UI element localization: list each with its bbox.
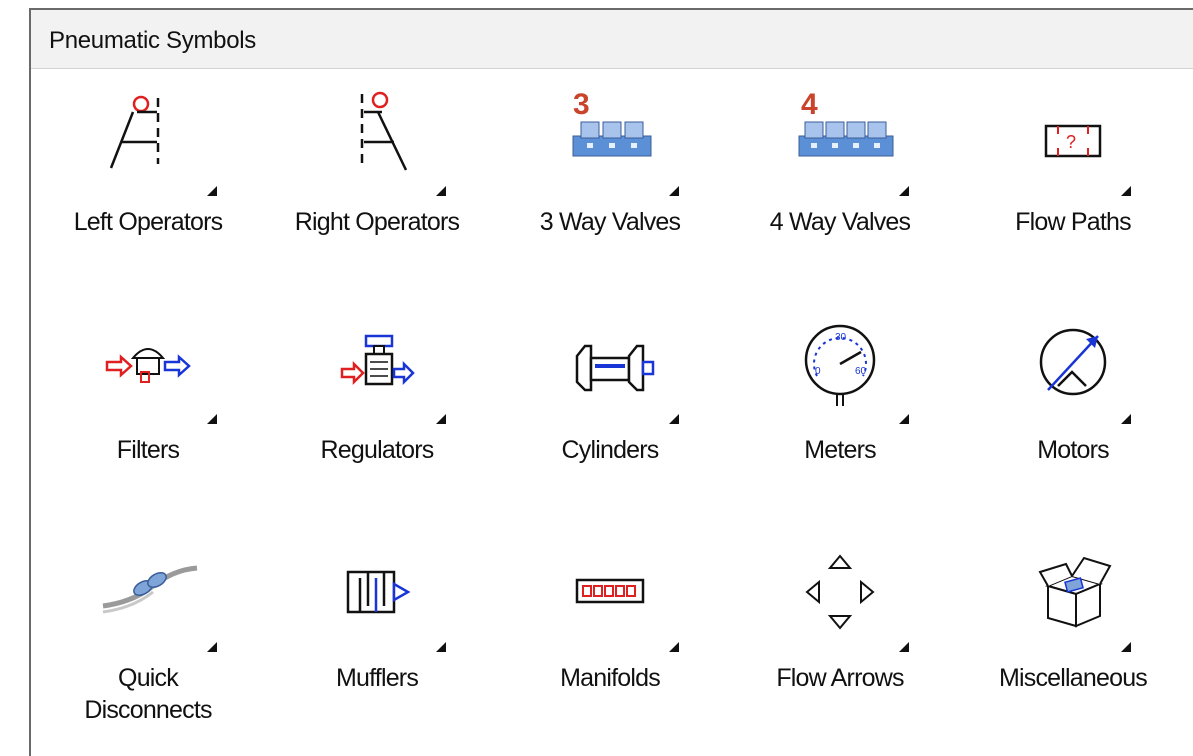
symbol-category-left-operators[interactable]: Left Operators bbox=[28, 68, 268, 278]
expand-arrow-icon[interactable] bbox=[207, 414, 217, 424]
symbol-label: Regulators bbox=[320, 436, 435, 464]
flow-arrows-icon bbox=[785, 542, 895, 642]
expand-arrow-icon[interactable] bbox=[1121, 186, 1131, 196]
svg-text:?: ? bbox=[1066, 132, 1076, 152]
expand-arrow-icon[interactable] bbox=[436, 186, 446, 196]
symbol-category-meters[interactable]: 0 30 60 Meters bbox=[720, 296, 960, 506]
svg-text:0: 0 bbox=[815, 366, 821, 377]
miscellaneous-icon bbox=[1018, 542, 1128, 642]
symbol-label: Mufflers bbox=[335, 664, 419, 692]
symbol-category-regulators[interactable]: Regulators bbox=[257, 296, 497, 506]
symbol-label: 4 Way Valves bbox=[769, 208, 911, 236]
symbol-label: Cylinders bbox=[561, 436, 660, 464]
symbol-label: Filters bbox=[116, 436, 180, 464]
symbol-category-three-way-valves[interactable]: 3 3 Way Valves bbox=[490, 68, 730, 278]
symbol-category-flow-paths[interactable]: ? Flow Paths bbox=[953, 68, 1193, 278]
regulators-icon bbox=[322, 314, 432, 414]
expand-arrow-icon[interactable] bbox=[669, 186, 679, 196]
symbol-category-miscellaneous[interactable]: Miscellaneous bbox=[953, 524, 1193, 734]
cylinders-icon bbox=[555, 314, 665, 414]
valve-badge: 3 bbox=[573, 88, 590, 121]
expand-arrow-icon[interactable] bbox=[669, 414, 679, 424]
left-operators-icon bbox=[93, 86, 203, 186]
manifolds-icon bbox=[555, 542, 665, 642]
four-way-valves-icon: 4 bbox=[785, 86, 895, 186]
three-way-valves-icon: 3 bbox=[555, 86, 665, 186]
symbol-category-cylinders[interactable]: Cylinders bbox=[490, 296, 730, 506]
symbol-label: Manifolds bbox=[560, 664, 661, 692]
expand-arrow-icon[interactable] bbox=[899, 642, 909, 652]
symbol-label: Meters bbox=[804, 436, 876, 464]
valve-badge: 4 bbox=[801, 88, 818, 121]
expand-arrow-icon[interactable] bbox=[436, 414, 446, 424]
mufflers-icon bbox=[322, 542, 432, 642]
symbol-label: Quick Disconnects bbox=[84, 664, 212, 724]
symbol-category-mufflers[interactable]: Mufflers bbox=[257, 524, 497, 734]
right-operators-icon bbox=[322, 86, 432, 186]
symbol-label: Motors bbox=[1037, 436, 1109, 464]
panel-title: Pneumatic Symbols bbox=[49, 27, 256, 54]
expand-arrow-icon[interactable] bbox=[207, 186, 217, 196]
symbol-category-quick-disconnects[interactable]: Quick Disconnects bbox=[28, 524, 268, 734]
expand-arrow-icon[interactable] bbox=[1121, 414, 1131, 424]
symbol-label: Flow Arrows bbox=[776, 664, 904, 692]
symbol-grid: Left Operators Right Operators 3 3 Way V… bbox=[31, 68, 1193, 756]
quick-disconnects-icon bbox=[93, 542, 203, 642]
expand-arrow-icon[interactable] bbox=[899, 186, 909, 196]
symbol-category-filters[interactable]: Filters bbox=[28, 296, 268, 506]
meters-icon: 0 30 60 bbox=[785, 314, 895, 414]
symbol-label: 3 Way Valves bbox=[539, 208, 681, 236]
expand-arrow-icon[interactable] bbox=[669, 642, 679, 652]
expand-arrow-icon[interactable] bbox=[436, 642, 446, 652]
symbol-category-flow-arrows[interactable]: Flow Arrows bbox=[720, 524, 960, 734]
symbol-label: Right Operators bbox=[294, 208, 460, 236]
flow-paths-icon: ? bbox=[1018, 86, 1128, 186]
svg-text:60: 60 bbox=[855, 366, 867, 377]
panel-titlebar: Pneumatic Symbols bbox=[31, 10, 1193, 69]
symbol-label: Miscellaneous bbox=[998, 664, 1148, 692]
filters-icon bbox=[93, 314, 203, 414]
pneumatic-symbols-panel: Pneumatic Symbols Left Operators Right O… bbox=[29, 8, 1193, 756]
symbol-category-four-way-valves[interactable]: 4 4 Way Valves bbox=[720, 68, 960, 278]
motors-icon bbox=[1018, 314, 1128, 414]
expand-arrow-icon[interactable] bbox=[207, 642, 217, 652]
expand-arrow-icon[interactable] bbox=[1121, 642, 1131, 652]
symbol-category-right-operators[interactable]: Right Operators bbox=[257, 68, 497, 278]
symbol-label: Flow Paths bbox=[1015, 208, 1131, 236]
symbol-category-motors[interactable]: Motors bbox=[953, 296, 1193, 506]
svg-text:30: 30 bbox=[835, 332, 847, 343]
expand-arrow-icon[interactable] bbox=[899, 414, 909, 424]
symbol-category-manifolds[interactable]: Manifolds bbox=[490, 524, 730, 734]
symbol-label: Left Operators bbox=[73, 208, 223, 236]
